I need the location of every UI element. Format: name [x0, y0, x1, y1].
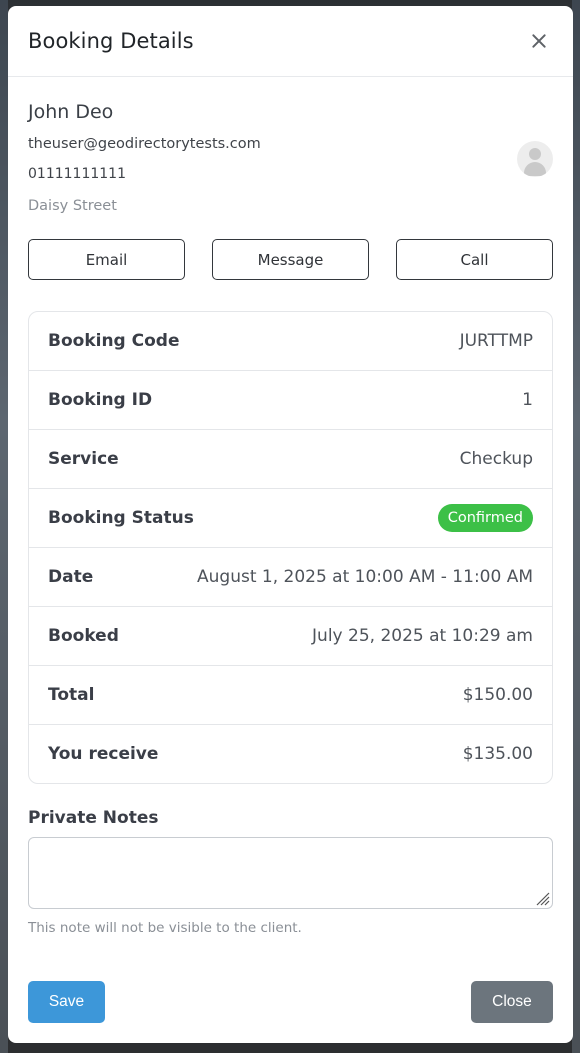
detail-row-total: Total $150.00 [29, 666, 552, 725]
avatar-body [524, 162, 546, 176]
modal-body: John Deo theuser@geodirectorytests.com 0… [8, 77, 573, 936]
status-badge: Confirmed [437, 504, 533, 532]
message-button[interactable]: Message [212, 239, 369, 280]
call-button[interactable]: Call [396, 239, 553, 280]
detail-value: JURTTMP [459, 331, 533, 351]
detail-row-service: Service Checkup [29, 430, 552, 489]
customer-name: John Deo [28, 101, 114, 123]
save-button[interactable]: Save [28, 981, 105, 1023]
detail-value: July 25, 2025 at 10:29 am [312, 626, 533, 646]
close-button[interactable]: Close [471, 981, 553, 1023]
detail-row-date: Date August 1, 2025 at 10:00 AM - 11:00 … [29, 548, 552, 607]
detail-label: Service [48, 449, 119, 469]
detail-label: Booking Status [48, 508, 194, 528]
notes-help-text: This note will not be visible to the cli… [28, 920, 302, 936]
detail-label: Total [48, 685, 95, 705]
detail-row-booking-id: Booking ID 1 [29, 371, 552, 430]
modal-footer: Save Close [28, 981, 553, 1023]
detail-value: 1 [522, 390, 533, 410]
avatar-head [529, 148, 541, 160]
customer-address: Daisy Street [28, 198, 117, 214]
booking-details-modal: Booking Details John Deo theuser@geodire… [8, 6, 573, 1043]
private-notes-wrap [28, 837, 553, 909]
detail-value: August 1, 2025 at 10:00 AM - 11:00 AM [197, 567, 533, 587]
detail-row-you-receive: You receive $135.00 [29, 725, 552, 783]
avatar [517, 141, 553, 177]
private-notes-textarea[interactable] [28, 837, 553, 909]
backdrop-left [0, 0, 8, 1053]
detail-label: You receive [48, 744, 159, 764]
close-icon[interactable] [527, 29, 551, 53]
detail-label: Date [48, 567, 94, 587]
modal-title: Booking Details [28, 29, 194, 53]
contact-buttons: Email Message Call [28, 239, 553, 280]
detail-row-booked: Booked July 25, 2025 at 10:29 am [29, 607, 552, 666]
backdrop-right [572, 0, 580, 1053]
customer-email: theuser@geodirectorytests.com [28, 136, 261, 152]
resize-grip-icon[interactable] [534, 890, 550, 906]
customer-info: John Deo theuser@geodirectorytests.com 0… [28, 77, 553, 216]
detail-value: $135.00 [462, 744, 533, 764]
detail-label: Booked [48, 626, 119, 646]
detail-label: Booking Code [48, 331, 180, 351]
private-notes-label: Private Notes [28, 808, 159, 828]
modal-header: Booking Details [8, 6, 573, 77]
email-button[interactable]: Email [28, 239, 185, 280]
customer-phone: 01111111111 [28, 166, 126, 182]
detail-row-booking-status: Booking Status Confirmed [29, 489, 552, 548]
detail-value: $150.00 [462, 685, 533, 705]
detail-label: Booking ID [48, 390, 153, 410]
user-avatar-icon [517, 141, 553, 177]
booking-details-table: Booking Code JURTTMP Booking ID 1 Servic… [28, 311, 553, 784]
detail-row-booking-code: Booking Code JURTTMP [29, 312, 552, 371]
detail-value: Checkup [459, 449, 533, 469]
